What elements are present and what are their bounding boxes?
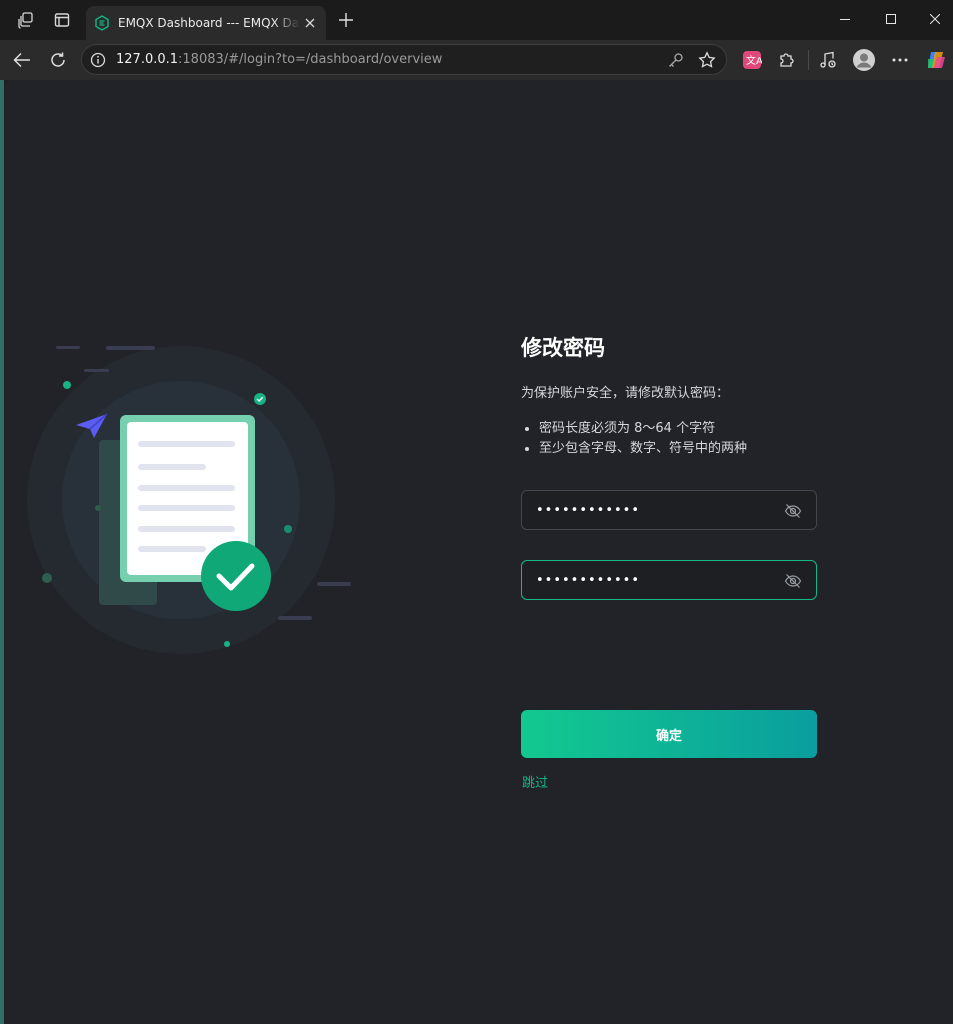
new-tab-icon[interactable] (334, 8, 358, 32)
tab-title: EMQX Dashboard --- EMQX Dashboard (118, 16, 300, 30)
toolbar-separator (808, 50, 809, 70)
password-rules: 密码长度必须为 8～64 个字符 至少包含字母、数字、符号中的两种 (521, 419, 817, 459)
back-arrow-icon[interactable] (9, 48, 35, 72)
url-path: :18083/#/login?to=/dashboard/overview (178, 52, 443, 67)
site-info-icon[interactable] (90, 52, 106, 68)
workspaces-icon[interactable] (14, 8, 38, 32)
confirm-password-field[interactable] (521, 560, 817, 600)
rule-length: 密码长度必须为 8～64 个字符 (521, 419, 817, 439)
eye-slash-icon[interactable] (784, 572, 802, 590)
puzzle-icon[interactable] (774, 48, 800, 72)
browser-window: EMQX Dashboard --- EMQX Dashboard 127.0.… (0, 0, 953, 1024)
minimize-icon[interactable] (823, 4, 867, 34)
active-tab[interactable]: EMQX Dashboard --- EMQX Dashboard (86, 6, 326, 40)
profile-avatar-icon[interactable] (850, 46, 878, 74)
new-password-input[interactable] (536, 499, 776, 521)
password-key-icon[interactable] (667, 51, 685, 69)
confirm-password-input[interactable] (536, 569, 776, 591)
maximize-icon[interactable] (869, 4, 913, 34)
copilot-icon[interactable] (923, 48, 949, 72)
page-title: 修改密码 (521, 336, 605, 360)
media-control-icon[interactable] (815, 48, 841, 72)
close-tab-icon[interactable] (302, 15, 318, 31)
new-password-field[interactable] (521, 490, 817, 530)
refresh-icon[interactable] (45, 48, 71, 72)
rule-complexity: 至少包含字母、数字、符号中的两种 (521, 439, 817, 459)
translate-icon[interactable]: 文A (739, 48, 765, 72)
address-bar[interactable]: 127.0.0.1:18083/#/login?to=/dashboard/ov… (81, 44, 727, 75)
star-icon[interactable] (698, 51, 716, 69)
url-host: 127.0.0.1 (116, 52, 179, 67)
tab-actions-icon[interactable] (50, 8, 74, 32)
close-window-icon[interactable] (913, 4, 953, 34)
change-password-form: 修改密码 为保护账户安全，请修改默认密码： 密码长度必须为 8～64 个字符 至… (521, 332, 817, 791)
page-content: 修改密码 为保护账户安全，请修改默认密码： 密码长度必须为 8～64 个字符 至… (5, 80, 953, 1024)
url-text[interactable]: 127.0.0.1:18083/#/login?to=/dashboard/ov… (116, 52, 442, 67)
emqx-favicon-icon (95, 15, 109, 31)
skip-link[interactable]: 跳过 (522, 772, 548, 791)
confirm-button[interactable]: 确定 (521, 710, 817, 758)
password-changed-illustration (27, 346, 351, 654)
window-edge (0, 80, 4, 1024)
svg-text:文A: 文A (746, 54, 762, 67)
password-description: 为保护账户安全，请修改默认密码： (521, 386, 730, 401)
tab-bar: EMQX Dashboard --- EMQX Dashboard (0, 0, 953, 40)
more-icon[interactable] (887, 48, 913, 72)
eye-slash-icon[interactable] (784, 502, 802, 520)
address-toolbar: 127.0.0.1:18083/#/login?to=/dashboard/ov… (0, 40, 953, 80)
